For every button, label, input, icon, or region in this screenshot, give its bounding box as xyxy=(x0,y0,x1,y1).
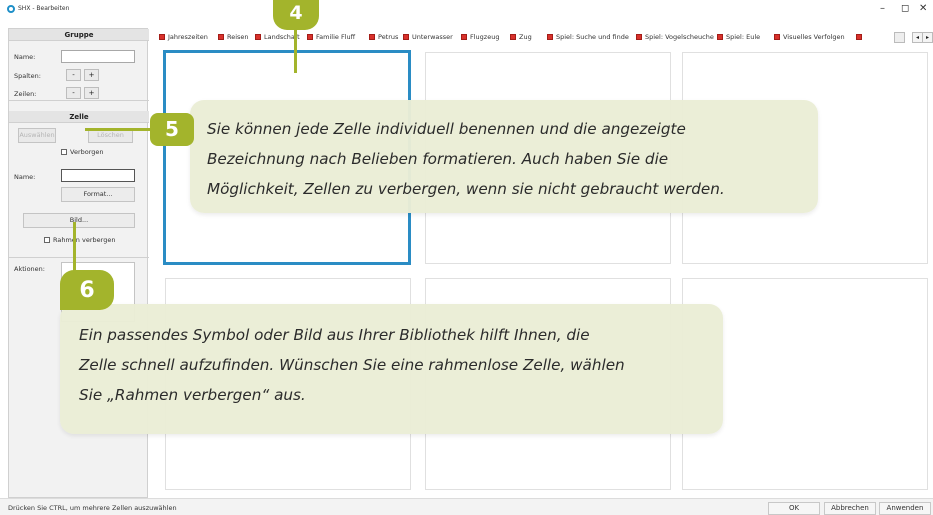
callout-6-line: Sie „Rahmen verbergen“ aus. xyxy=(79,386,306,404)
cell-header: Zelle xyxy=(9,111,149,123)
title-bar: SHX - Bearbeiten – ◻ ✕ xyxy=(0,0,933,22)
callout-5-line: Sie können jede Zelle individuell benenn… xyxy=(207,120,686,138)
tab-label: Spiel: Vogelscheuche xyxy=(645,33,714,41)
callout-6-line: Zelle schnell aufzufinden. Wünschen Sie … xyxy=(79,356,625,374)
callout-5-line: Bezeichnung nach Belieben formatieren. A… xyxy=(207,150,669,168)
tab-familie-fluff[interactable]: Familie Fluff xyxy=(307,33,355,41)
window-title: SHX - Bearbeiten xyxy=(18,5,70,12)
step-marker-5: 5 xyxy=(150,113,194,146)
tab-spiel-vogelscheuche[interactable]: Spiel: Vogelscheuche xyxy=(636,33,714,41)
minimize-button[interactable]: – xyxy=(880,4,885,14)
tab-jahreszeiten[interactable]: Jahreszeiten xyxy=(159,33,208,41)
tab-spiel-eule[interactable]: Spiel: Eule xyxy=(717,33,760,41)
hide-frame-label: Rahmen verbergen xyxy=(53,236,116,244)
cancel-button[interactable]: Abbrechen xyxy=(824,502,876,515)
columns-increase-button[interactable]: + xyxy=(84,69,99,81)
ok-button[interactable]: OK xyxy=(768,502,820,515)
tab-landschaft[interactable]: Landschaft xyxy=(255,33,300,41)
columns-label: Spalten: xyxy=(14,72,41,80)
hide-frame-checkbox[interactable]: Rahmen verbergen xyxy=(44,236,115,244)
callout-6: Ein passendes Symbol oder Bild aus Ihrer… xyxy=(60,304,723,434)
page-icon xyxy=(159,34,165,40)
callout-5-line: Möglichkeit, Zellen zu verbergen, wenn s… xyxy=(207,180,725,198)
actions-label: Aktionen: xyxy=(14,265,45,273)
rows-label: Zeilen: xyxy=(14,90,37,98)
page-icon xyxy=(547,34,553,40)
tab-add[interactable] xyxy=(856,33,865,41)
rows-increase-button[interactable]: + xyxy=(84,87,99,99)
rows-decrease-button[interactable]: - xyxy=(66,87,81,99)
columns-decrease-button[interactable]: - xyxy=(66,69,81,81)
cell-section: Zelle Auswählen Löschen Verborgen Name: … xyxy=(9,111,149,259)
checkbox-box xyxy=(44,237,50,243)
cell-select-button[interactable]: Auswählen xyxy=(18,128,56,143)
cell-name-input[interactable] xyxy=(61,169,135,182)
cell-name-label: Name: xyxy=(14,173,36,181)
tab-label: Reisen xyxy=(227,33,249,41)
scroll-right-icon[interactable]: ▸ xyxy=(922,32,933,43)
status-hint: Drücken Sie CTRL, um mehrere Zellen ausz… xyxy=(8,504,177,512)
maximize-button[interactable]: ◻ xyxy=(901,4,909,14)
page-icon xyxy=(717,34,723,40)
tab-label: Jahreszeiten xyxy=(168,33,208,41)
status-bar: Drücken Sie CTRL, um mehrere Zellen ausz… xyxy=(0,498,933,515)
image-button[interactable]: Bild... xyxy=(23,213,135,228)
tab-label: Zug xyxy=(519,33,532,41)
group-section: Gruppe Name: Spalten: - + Zeilen: - + xyxy=(9,29,149,101)
tab-reisen[interactable]: Reisen xyxy=(218,33,249,41)
page-icon xyxy=(461,34,467,40)
image-toggle-icon[interactable] xyxy=(894,32,905,43)
add-tab-icon xyxy=(856,34,862,40)
cell-hidden-checkbox[interactable]: Verborgen xyxy=(61,148,104,156)
page-icon xyxy=(636,34,642,40)
tab-label: Spiel: Suche und finde xyxy=(556,33,629,41)
page-icon xyxy=(307,34,313,40)
group-name-input[interactable] xyxy=(61,50,135,63)
section-divider xyxy=(9,257,149,258)
tab-petrus[interactable]: Petrus xyxy=(369,33,398,41)
tab-flugzeug[interactable]: Flugzeug xyxy=(461,33,499,41)
tab-label: Familie Fluff xyxy=(316,33,356,41)
tab-zug[interactable]: Zug xyxy=(510,33,532,41)
tab-label: Flugzeug xyxy=(470,33,500,41)
close-button[interactable]: ✕ xyxy=(919,4,927,14)
cell-hidden-label: Verborgen xyxy=(70,148,104,156)
tab-label: Visuelles Verfolgen xyxy=(783,33,845,41)
checkbox-box xyxy=(61,149,67,155)
page-icon xyxy=(510,34,516,40)
app-logo-icon xyxy=(7,5,15,13)
tab-label: Spiel: Eule xyxy=(726,33,761,41)
callout-6-line: Ein passendes Symbol oder Bild aus Ihrer… xyxy=(79,326,590,344)
callout-5: Sie können jede Zelle individuell benenn… xyxy=(190,100,818,213)
page-icon xyxy=(403,34,409,40)
apply-button[interactable]: Anwenden xyxy=(879,502,931,515)
connector-line-6 xyxy=(73,222,76,272)
tab-visuelles-verfolgen[interactable]: Visuelles Verfolgen xyxy=(774,33,845,41)
tab-label: Unterwasser xyxy=(412,33,453,41)
tab-bar: Jahreszeiten Reisen Landschaft Familie F… xyxy=(155,30,933,46)
tab-unterwasser[interactable]: Unterwasser xyxy=(403,33,453,41)
step-marker-4: 4 xyxy=(273,0,319,30)
page-icon xyxy=(369,34,375,40)
page-icon xyxy=(774,34,780,40)
tab-spiel-suche[interactable]: Spiel: Suche und finde xyxy=(547,33,629,41)
tab-label: Petrus xyxy=(378,33,399,41)
group-header: Gruppe xyxy=(9,29,149,41)
page-icon xyxy=(218,34,224,40)
group-name-label: Name: xyxy=(14,53,36,61)
connector-line-4 xyxy=(294,28,297,73)
format-button[interactable]: Format... xyxy=(61,187,135,202)
step-marker-6: 6 xyxy=(60,270,114,310)
page-icon xyxy=(255,34,261,40)
